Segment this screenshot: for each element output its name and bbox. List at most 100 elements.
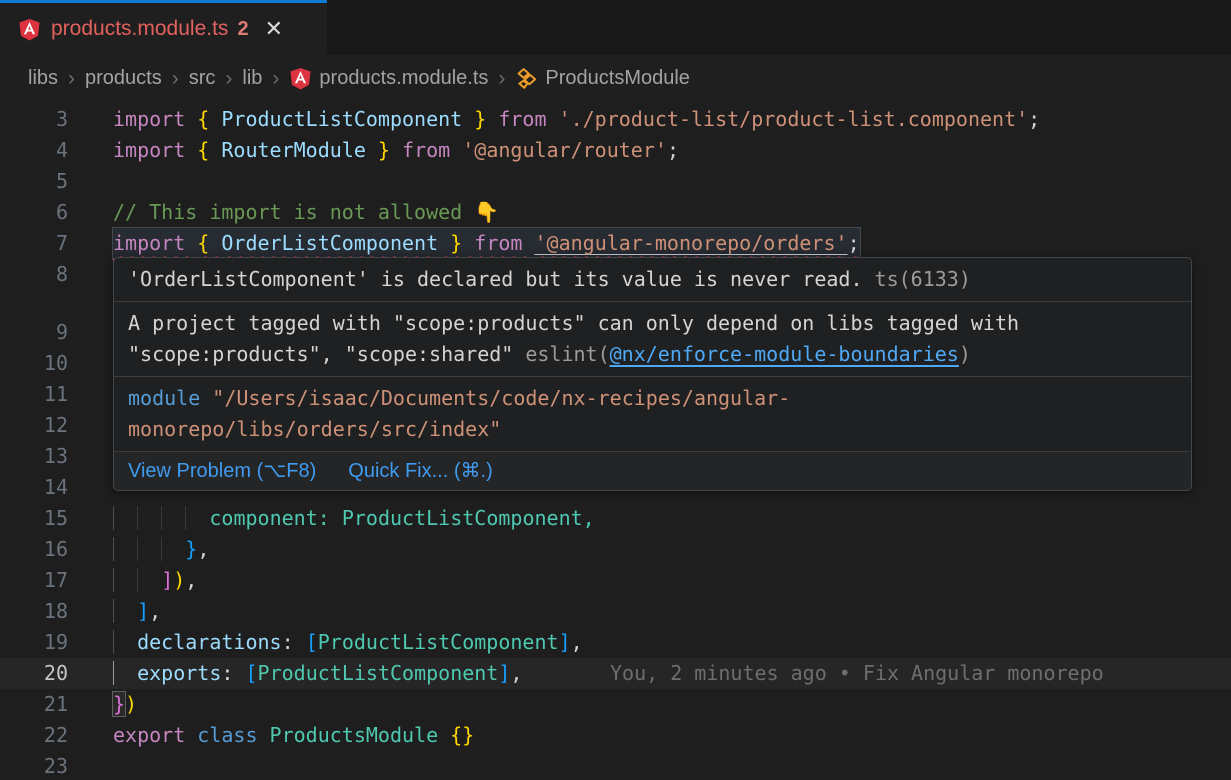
- code-line[interactable]: 19 declarations: [ProductListComponent],: [0, 627, 1231, 658]
- line-number[interactable]: 22: [0, 720, 68, 751]
- code-token: ;: [1028, 107, 1040, 131]
- angular-file-icon-slot: [289, 67, 312, 90]
- tab-products-module[interactable]: products.module.ts 2 ✕: [0, 0, 327, 55]
- breadcrumb-item-productsmodule[interactable]: ProductsModule: [515, 67, 690, 90]
- code-token: [: [306, 630, 318, 654]
- code-line[interactable]: 15 component: ProductListComponent,: [0, 503, 1231, 534]
- code-token: [113, 537, 137, 561]
- code-text: // This import is not allowed 👇: [113, 197, 499, 228]
- breadcrumb-label: src: [189, 67, 216, 90]
- breadcrumb-item-lib[interactable]: lib: [242, 67, 262, 90]
- code-token: ]: [559, 630, 571, 654]
- line-number[interactable]: 11: [0, 379, 68, 410]
- line-number[interactable]: 14: [0, 472, 68, 503]
- code-token: OrderListComponent: [221, 231, 438, 255]
- code-token: ,: [149, 599, 161, 623]
- eslint-rule-link[interactable]: @nx/enforce-module-boundaries: [610, 342, 959, 366]
- breadcrumb-item-libs[interactable]: libs: [28, 67, 58, 90]
- line-number[interactable]: 23: [0, 751, 68, 780]
- code-token: ;: [667, 138, 679, 162]
- line-number[interactable]: 3: [0, 104, 68, 135]
- hover-text: "scope:products", "scope:shared": [128, 342, 513, 366]
- code-line[interactable]: 18 ],: [0, 596, 1231, 627]
- line-number[interactable]: 18: [0, 596, 68, 627]
- code-text: declarations: [ProductListComponent],: [113, 627, 583, 658]
- line-number[interactable]: 7: [0, 228, 68, 259]
- hover-text: ts(6133): [863, 267, 971, 291]
- code-token: ProductListComponent: [221, 107, 462, 131]
- line-number[interactable]: 16: [0, 534, 68, 565]
- code-line[interactable]: 16 },: [0, 534, 1231, 565]
- line-number[interactable]: 5: [0, 166, 68, 197]
- code-line[interactable]: 7import { OrderListComponent } from '@an…: [0, 228, 1231, 259]
- code-line[interactable]: 17 ]),: [0, 565, 1231, 596]
- line-number[interactable]: 12: [0, 410, 68, 441]
- code-token: 👇: [474, 200, 499, 224]
- code-line[interactable]: 4import { RouterModule } from '@angular/…: [0, 135, 1231, 166]
- breadcrumb-separator: ›: [225, 67, 232, 91]
- line-number[interactable]: 10: [0, 348, 68, 379]
- line-number[interactable]: 8: [0, 259, 68, 290]
- code-line[interactable]: 22export class ProductsModule {}: [0, 720, 1231, 751]
- code-text: ],: [113, 596, 161, 627]
- code-line[interactable]: 20 exports: [ProductListComponent],You, …: [0, 658, 1231, 689]
- code-token: RouterModule: [221, 138, 366, 162]
- code-token: {: [197, 231, 221, 255]
- breadcrumb-item-src[interactable]: src: [189, 67, 216, 90]
- code-line[interactable]: 21}): [0, 689, 1231, 720]
- line-number[interactable]: 21: [0, 689, 68, 720]
- line-number[interactable]: 4: [0, 135, 68, 166]
- code-line[interactable]: 23: [0, 751, 1231, 780]
- breadcrumb-item-products[interactable]: products: [85, 67, 162, 90]
- tab-error-count-badge: 2: [237, 18, 248, 41]
- code-token: :: [282, 630, 306, 654]
- code-line[interactable]: 3 import { ProductListComponent } from '.…: [0, 104, 1231, 135]
- hover-text: 'OrderListComponent' is declared but its…: [128, 267, 863, 291]
- breadcrumb-separator: ›: [172, 67, 179, 91]
- angular-file-icon: [289, 67, 312, 90]
- line-number[interactable]: 19: [0, 627, 68, 658]
- code-token: [113, 568, 137, 592]
- breadcrumb-item-products-module-ts[interactable]: products.module.ts: [289, 67, 488, 90]
- code-text: }): [113, 689, 137, 720]
- line-number[interactable]: 13: [0, 441, 68, 472]
- code-token: }: [366, 138, 390, 162]
- hover-text: "/Users/isaac/Documents/code/nx-recipes/…: [212, 386, 790, 410]
- hover-section-1: 'OrderListComponent' is declared but its…: [114, 258, 1191, 302]
- line-number[interactable]: 20: [0, 658, 68, 689]
- hover-text: monorepo/libs/orders/src/index": [128, 417, 501, 441]
- code-token: [137, 568, 161, 592]
- code-token: [137, 506, 161, 530]
- hover-action-quick[interactable]: Quick Fix... (⌘.): [348, 456, 492, 487]
- breadcrumb-label: lib: [242, 67, 262, 90]
- editor: 3 import { ProductListComponent } from '.…: [0, 102, 1231, 780]
- code-text: },: [113, 534, 209, 565]
- code-line[interactable]: 6 // This import is not allowed 👇: [0, 197, 1231, 228]
- code-text: exports: [ProductListComponent],: [113, 658, 522, 689]
- code-token: [113, 506, 137, 530]
- hover-action-view[interactable]: View Problem (⌥F8): [128, 456, 316, 487]
- line-number[interactable]: 17: [0, 565, 68, 596]
- line-number[interactable]: 9: [0, 317, 68, 348]
- close-icon[interactable]: ✕: [265, 18, 283, 40]
- code-token: from: [390, 138, 462, 162]
- code-token: {: [197, 107, 221, 131]
- code-token: ;: [848, 231, 860, 255]
- code-token: }: [462, 107, 486, 131]
- code-text: import { ProductListComponent } from './…: [113, 104, 1040, 135]
- line-number[interactable]: 6: [0, 197, 68, 228]
- code-token: from: [462, 231, 534, 255]
- code-token: {: [197, 138, 221, 162]
- line-number[interactable]: 15: [0, 503, 68, 534]
- code-token: [113, 661, 137, 685]
- breadcrumb-label: products.module.ts: [319, 67, 488, 90]
- code-token: class: [197, 723, 269, 747]
- hover-section-2: A project tagged with "scope:products" c…: [114, 302, 1191, 377]
- breadcrumb-label: products: [85, 67, 162, 90]
- breadcrumb-label: ProductsModule: [545, 67, 690, 90]
- angular-tab-icon-slot: [18, 18, 41, 41]
- code-line[interactable]: 5: [0, 166, 1231, 197]
- hover-text: A project tagged with "scope:products" c…: [128, 311, 1019, 335]
- hover-sections: 'OrderListComponent' is declared but its…: [114, 258, 1191, 452]
- code-token: ProductsModule: [270, 723, 451, 747]
